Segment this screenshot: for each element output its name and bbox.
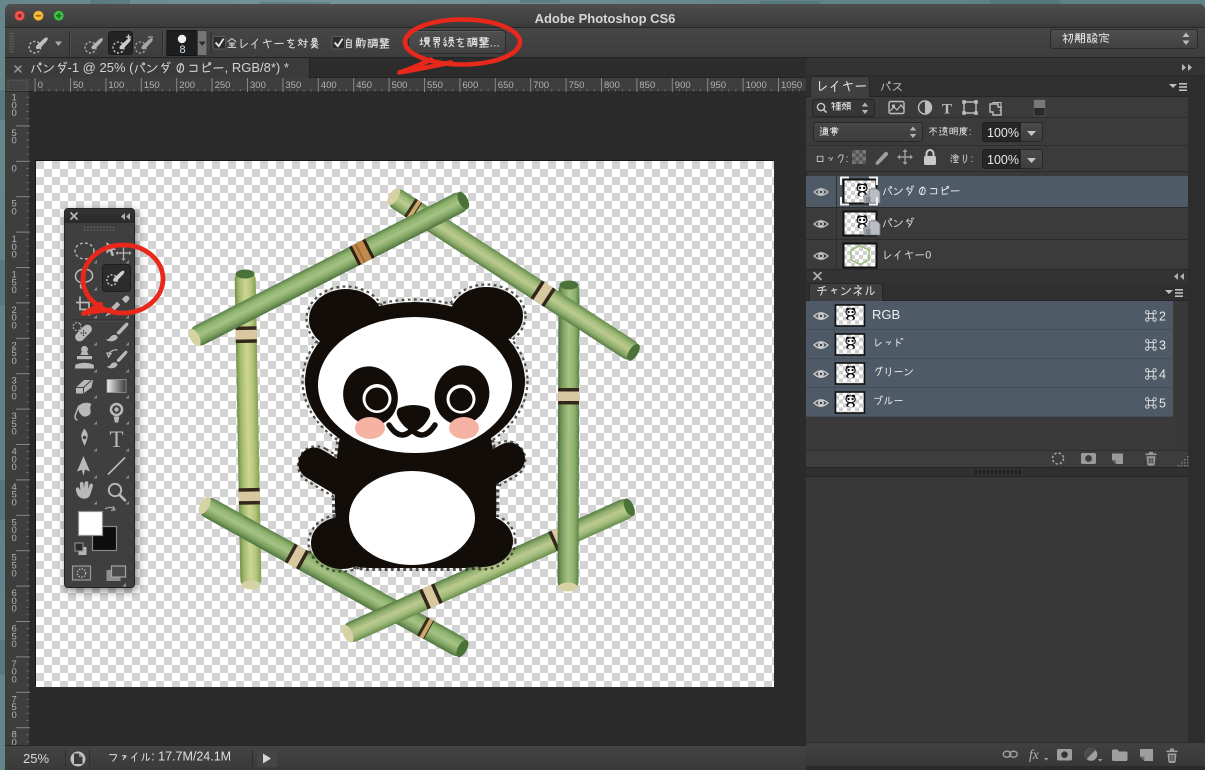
svg-text:650: 650 bbox=[498, 80, 514, 91]
svg-text:550: 550 bbox=[427, 80, 443, 91]
svg-text:8: 8 bbox=[179, 44, 185, 56]
svg-text:0: 0 bbox=[12, 356, 17, 367]
svg-text:850: 850 bbox=[639, 80, 655, 91]
svg-text:0: 0 bbox=[12, 533, 17, 544]
svg-text:700: 700 bbox=[533, 80, 549, 91]
svg-text:5: 5 bbox=[1159, 397, 1166, 411]
svg-text::: : bbox=[845, 154, 848, 165]
svg-text:0: 0 bbox=[925, 250, 931, 262]
svg-text:0: 0 bbox=[12, 321, 17, 332]
svg-text:200: 200 bbox=[179, 80, 195, 91]
svg-text:0: 0 bbox=[12, 568, 17, 579]
svg-text:0: 0 bbox=[12, 427, 17, 438]
svg-text:0: 0 bbox=[12, 108, 17, 119]
svg-text:: 17.7M/24.1M: : 17.7M/24.1M bbox=[151, 750, 231, 764]
svg-text:250: 250 bbox=[215, 80, 231, 91]
svg-text:0: 0 bbox=[12, 136, 17, 147]
svg-text:750: 750 bbox=[569, 80, 585, 91]
svg-text:0: 0 bbox=[12, 675, 17, 686]
svg-text:0: 0 bbox=[12, 604, 17, 615]
svg-text:0: 0 bbox=[12, 462, 17, 473]
svg-text:0: 0 bbox=[12, 391, 17, 402]
svg-text:800: 800 bbox=[604, 80, 620, 91]
svg-text:2: 2 bbox=[1159, 310, 1166, 324]
svg-text:, RGB/8*) *: , RGB/8*) * bbox=[225, 60, 289, 75]
svg-text:0: 0 bbox=[12, 710, 17, 721]
svg-text:0: 0 bbox=[12, 163, 17, 174]
svg-text:0: 0 bbox=[12, 250, 17, 261]
svg-text::: : bbox=[970, 154, 973, 165]
svg-text:0: 0 bbox=[12, 285, 17, 296]
svg-text:T: T bbox=[109, 427, 123, 452]
svg-text:400: 400 bbox=[321, 80, 337, 91]
svg-text:1050: 1050 bbox=[781, 80, 802, 91]
svg-text:900: 900 bbox=[675, 80, 691, 91]
svg-text:0: 0 bbox=[12, 738, 17, 746]
svg-text:3: 3 bbox=[1159, 339, 1166, 353]
svg-text:4: 4 bbox=[1159, 368, 1166, 382]
svg-text:500: 500 bbox=[392, 80, 408, 91]
svg-text:0: 0 bbox=[12, 498, 17, 509]
svg-text:300: 300 bbox=[250, 80, 266, 91]
svg-text:600: 600 bbox=[462, 80, 478, 91]
svg-text:1000: 1000 bbox=[746, 80, 767, 91]
svg-text:0: 0 bbox=[12, 207, 17, 218]
svg-text:-1 @ 25% (: -1 @ 25% ( bbox=[68, 60, 135, 75]
svg-text:150: 150 bbox=[144, 80, 160, 91]
svg-text:fx: fx bbox=[1029, 747, 1039, 762]
svg-text::: : bbox=[968, 127, 971, 138]
svg-text:450: 450 bbox=[356, 80, 372, 91]
svg-text:350: 350 bbox=[285, 80, 301, 91]
svg-text:50: 50 bbox=[73, 80, 84, 91]
svg-text:100: 100 bbox=[108, 80, 124, 91]
svg-text:T: T bbox=[942, 102, 952, 118]
svg-text:950: 950 bbox=[710, 80, 726, 91]
svg-text:0: 0 bbox=[12, 639, 17, 650]
